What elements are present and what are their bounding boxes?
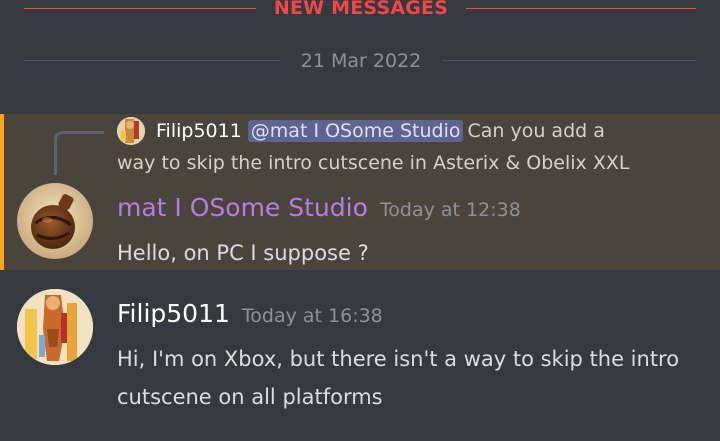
- message-header: mat I OSome Studio Today at 12:38: [117, 190, 521, 226]
- divider-line: [24, 8, 256, 9]
- reply-text-part1: Can you add a: [467, 120, 605, 142]
- message-author[interactable]: mat I OSome Studio: [117, 193, 368, 222]
- divider-line: [466, 8, 696, 9]
- reply-mention[interactable]: @mat I OSome Studio: [247, 120, 464, 142]
- character-avatar-icon: [117, 117, 145, 145]
- message-content: Hi, I'm on Xbox, but there isn't a way t…: [117, 347, 680, 409]
- reply-spine: [54, 131, 104, 175]
- character-avatar-icon: [17, 289, 93, 365]
- reply-author[interactable]: Filip5011: [156, 120, 242, 142]
- avatar-filip[interactable]: [17, 289, 93, 365]
- new-messages-label: NEW MESSAGES: [273, 0, 449, 19]
- mention-highlight-bar: [0, 114, 4, 270]
- message-header: Filip5011 Today at 16:38: [117, 296, 383, 332]
- date-divider: 21 Mar 2022: [0, 46, 720, 76]
- message-timestamp: Today at 16:38: [241, 305, 383, 327]
- reply-preview[interactable]: Filip5011 @mat I OSome Studio Can you add …: [156, 117, 605, 145]
- wooden-bomb-avatar-icon: [17, 183, 93, 259]
- message-timestamp: Today at 12:38: [379, 199, 521, 221]
- message-content: Hello, on PC I suppose ?: [117, 241, 369, 265]
- chat-view: NEW MESSAGES 21 Mar 2022 Filip5011 @mat I…: [0, 0, 720, 441]
- reply-avatar[interactable]: [117, 117, 145, 145]
- message-author[interactable]: Filip5011: [117, 299, 230, 328]
- new-messages-divider: NEW MESSAGES: [0, 0, 720, 20]
- divider-line: [442, 60, 696, 61]
- divider-line: [24, 60, 280, 61]
- date-label: 21 Mar 2022: [300, 50, 422, 72]
- avatar-mat[interactable]: [17, 183, 93, 259]
- reply-text-part2: way to skip the intro cutscene in Asteri…: [117, 152, 630, 174]
